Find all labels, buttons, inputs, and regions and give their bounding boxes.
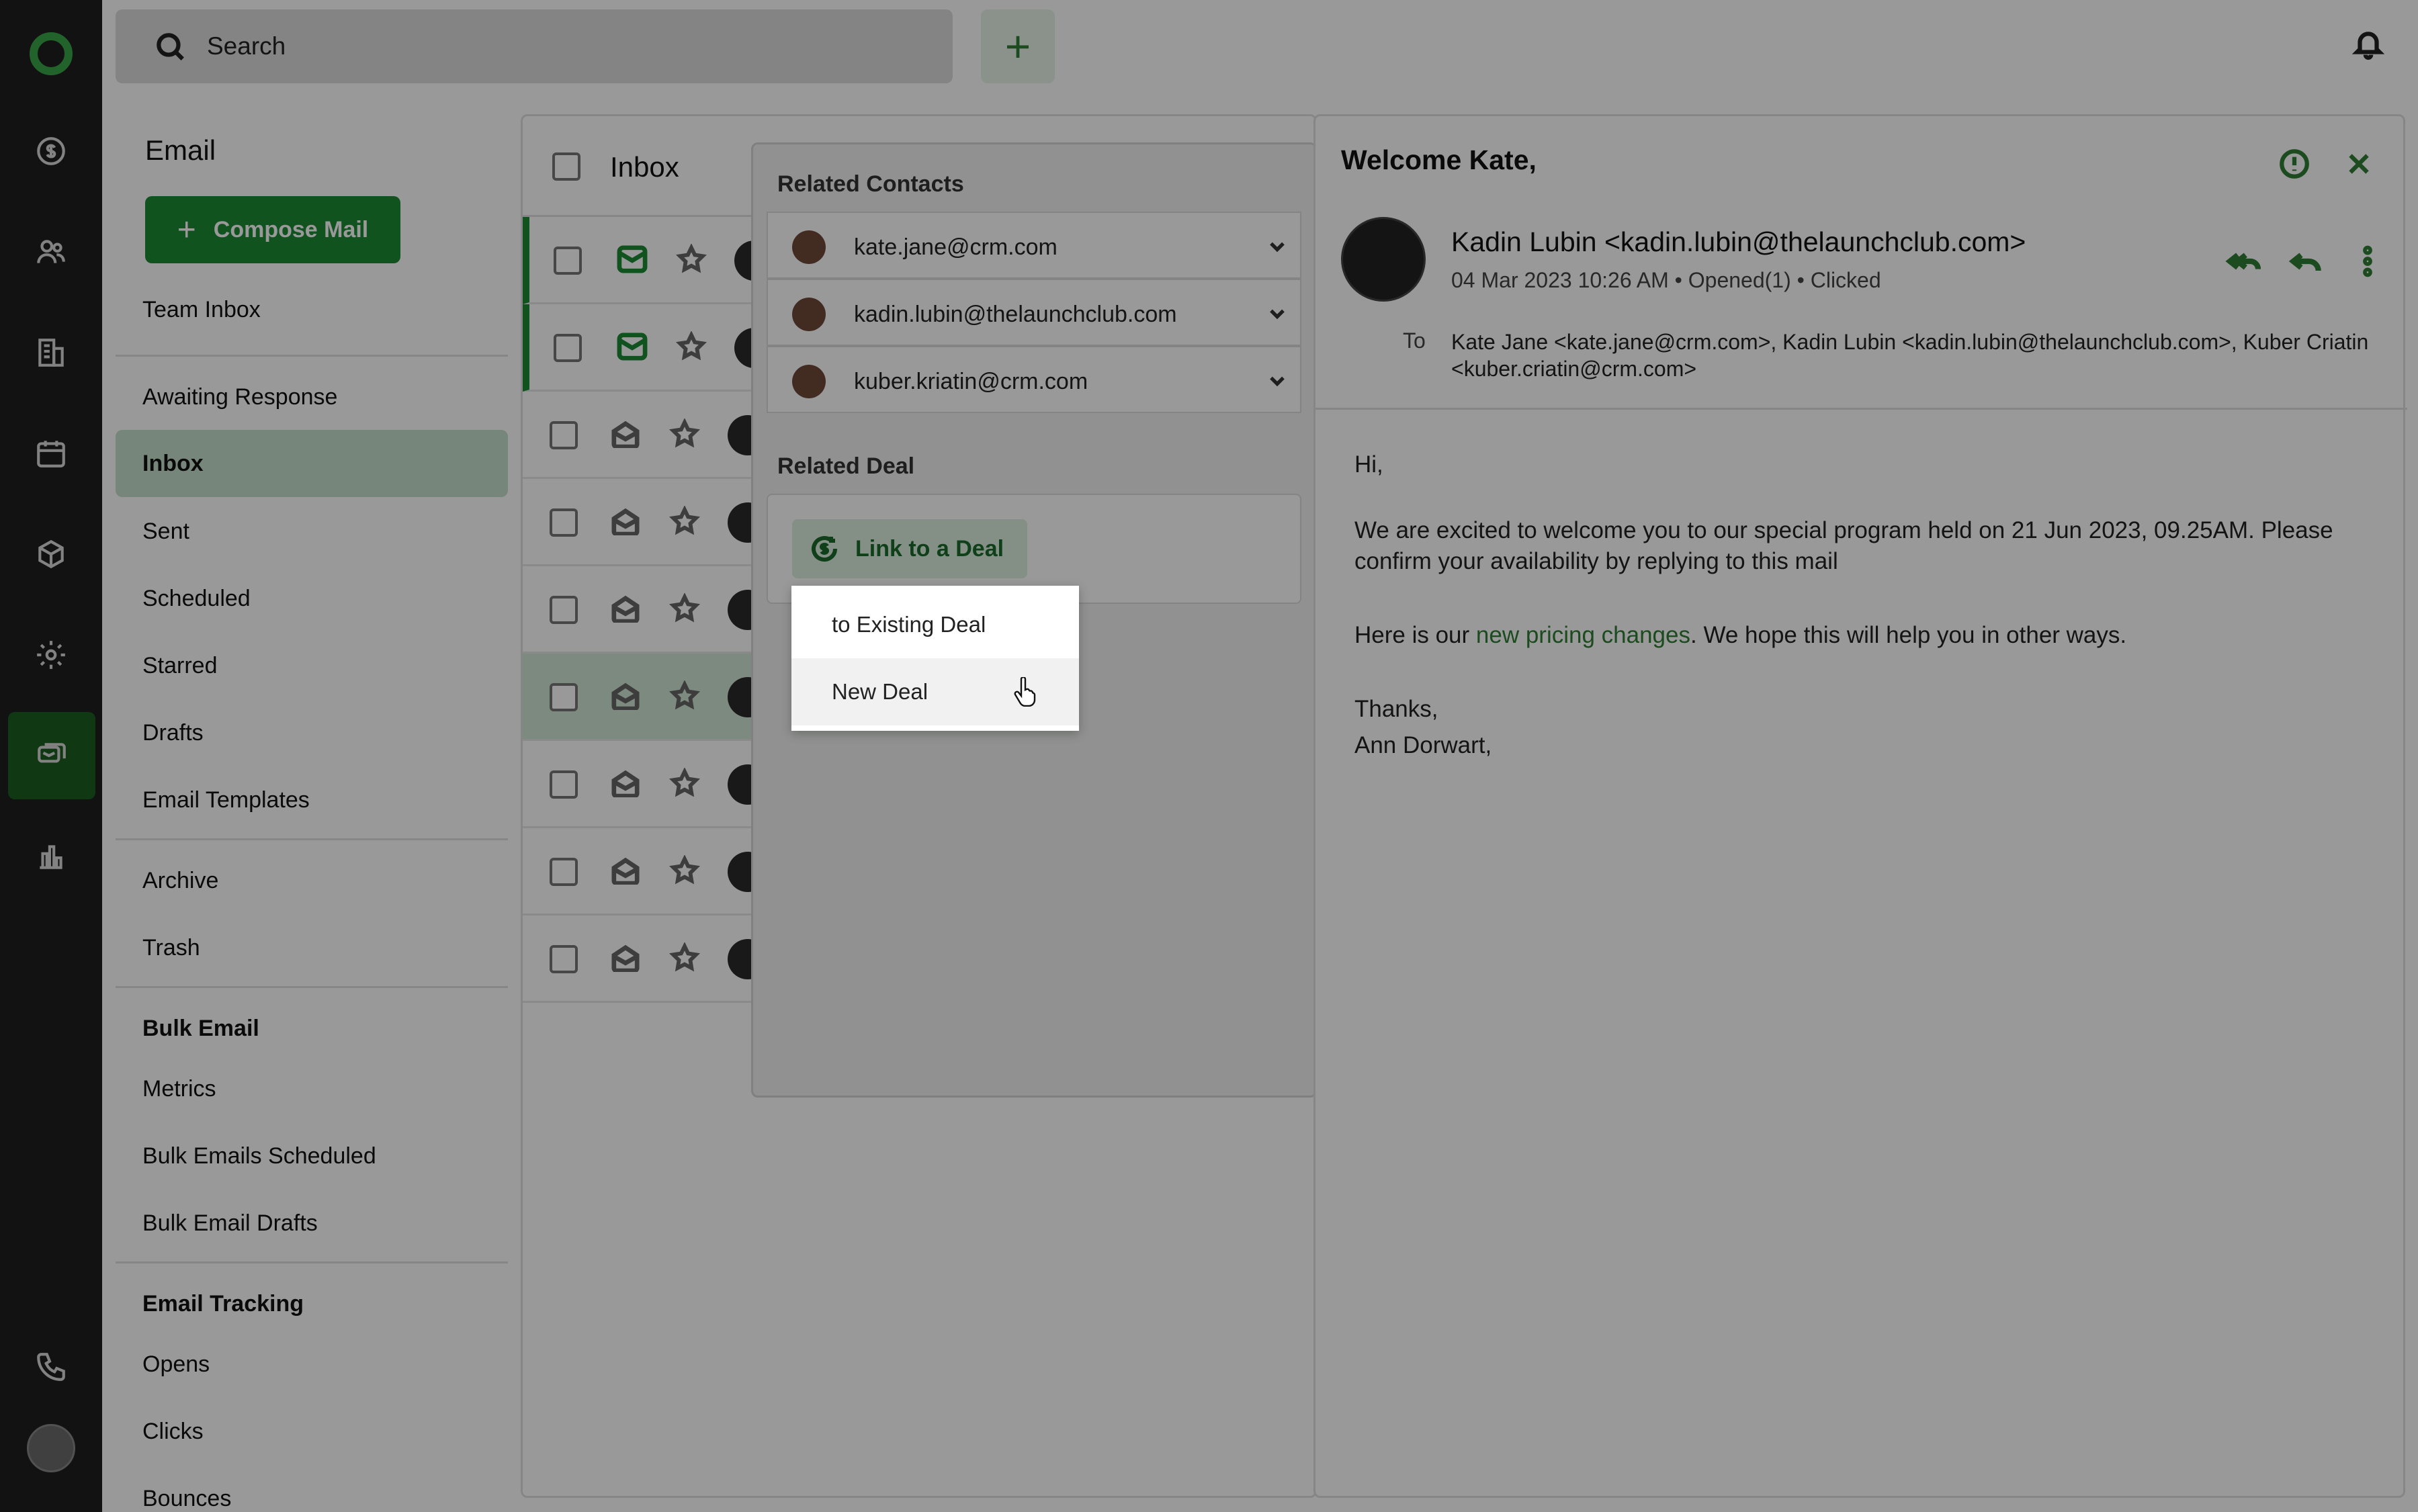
hand-cursor-icon [1014, 677, 1036, 707]
modal-backdrop[interactable] [0, 0, 2418, 1512]
link-deal-menu: to Existing Deal New Deal [791, 586, 1079, 731]
menu-item-existing-deal[interactable]: to Existing Deal [791, 591, 1079, 658]
